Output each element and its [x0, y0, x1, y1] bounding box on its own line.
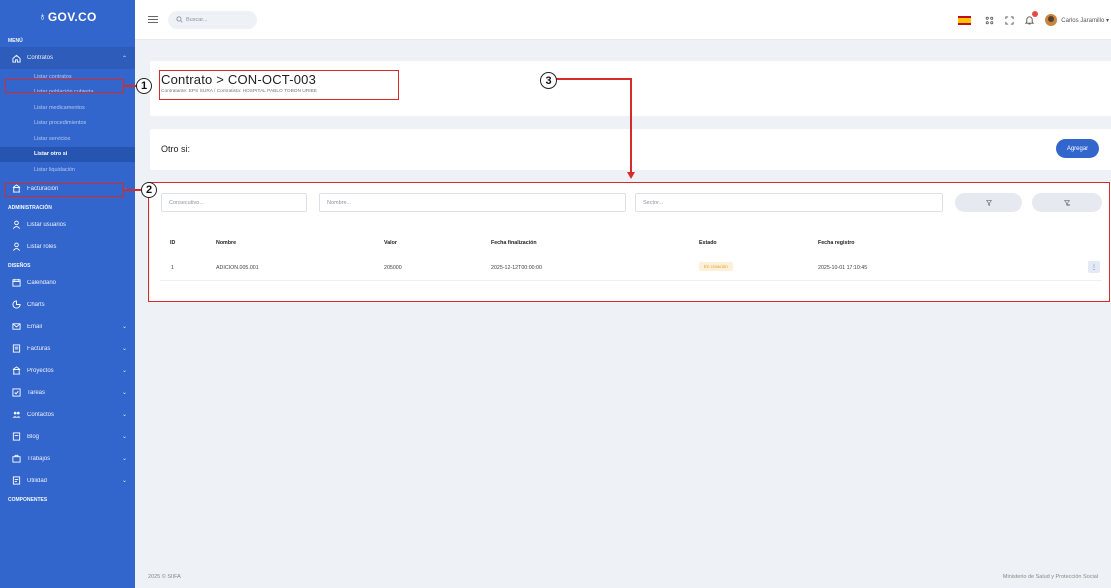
annotation-box-table [148, 182, 1110, 302]
annotation-arrow-2 [124, 189, 141, 191]
briefcase-icon [11, 454, 21, 464]
annotation-marker-1: 1 [136, 78, 152, 94]
sidebar-item-label: Proyectos [27, 367, 54, 374]
sidebar-item-label: Contactos [27, 411, 55, 418]
sidebar-subitem-liquidacion[interactable]: Listar liquidación [0, 162, 135, 178]
calendar-icon [11, 278, 21, 288]
chevron-down-icon: ⌄ [121, 456, 127, 462]
section-title: Otro si: [161, 144, 191, 154]
user-menu[interactable]: Carlos Jaramillo ▾ [1061, 17, 1109, 24]
annotation-connector-3 [556, 78, 631, 80]
annotation-box-2 [5, 183, 124, 197]
apps-grid-icon[interactable] [985, 16, 994, 25]
sidebar-item-contactos[interactable]: Contactos ⌄ [0, 404, 135, 426]
chart-icon [11, 300, 21, 310]
sidebar-subitem-otro-si[interactable]: Listar otro si [0, 146, 135, 162]
blog-icon [11, 432, 21, 442]
sidebar-item-label: Listar usuarios [27, 221, 67, 228]
sidebar-item-usuarios[interactable]: Listar usuarios [0, 214, 135, 236]
sidebar-item-utilidad[interactable]: Utilidad ⌄ [0, 470, 135, 492]
sidebar-item-label: Tareas [27, 389, 46, 396]
sidebar-item-email[interactable]: Email ⌄ [0, 316, 135, 338]
annotation-box-1 [5, 79, 124, 93]
topbar: Buscar... Carlos Jaramillo ▾ [135, 0, 1111, 40]
notification-badge [1032, 11, 1039, 17]
contacts-icon [11, 410, 21, 420]
section-title-disenos: DISEÑOS [8, 262, 31, 269]
sidebar-item-label: Calendario [27, 279, 57, 286]
invoice-icon [11, 344, 21, 354]
annotation-marker-3: 3 [540, 72, 557, 89]
sidebar-item-proyectos[interactable]: Proyectos ⌄ [0, 360, 135, 382]
annotation-marker-2: 2 [141, 182, 157, 198]
sidebar-item-blog[interactable]: Blog ⌄ [0, 426, 135, 448]
add-button[interactable]: Agregar [1056, 139, 1099, 158]
sidebar-item-label: Utilidad [27, 477, 48, 484]
chevron-up-icon: ⌃ [121, 55, 127, 62]
sidebar-item-label: Charts [27, 301, 45, 308]
sidebar-item-roles[interactable]: Listar roles [0, 236, 135, 258]
search-placeholder: Buscar... [186, 16, 208, 23]
logo-text: GOV.CO [47, 9, 97, 24]
footer: 2025 © SIIFA Ministerio de Salud y Prote… [135, 565, 1111, 588]
sidebar-subitem-medicamentos[interactable]: Listar medicamentos [0, 100, 135, 116]
sidebar-item-calendario[interactable]: Calendario [0, 272, 135, 294]
sidebar-item-label: Listar roles [27, 243, 57, 250]
sidebar-subitem-procedimientos[interactable]: Listar procedimientos [0, 116, 135, 132]
home-icon [11, 53, 21, 63]
ministry-text: Ministerio de Salud y Protección Social [1002, 573, 1098, 580]
sidebar-item-tareas[interactable]: Tareas ⌄ [0, 382, 135, 404]
user-icon [11, 220, 21, 230]
sidebar-item-label: Email [27, 323, 43, 330]
user-icon [11, 242, 21, 252]
sidebar-item-label: Trabajos [27, 455, 51, 462]
avatar[interactable] [1045, 14, 1058, 26]
task-icon [11, 388, 21, 398]
sidebar-item-label: Contratos [27, 55, 54, 61]
section-title-administracion: ADMINISTRACIÓN [8, 204, 52, 211]
chevron-down-icon: ⌄ [121, 346, 127, 352]
utility-icon [11, 476, 21, 486]
chevron-down-icon: ⌄ [121, 478, 127, 484]
search-icon [176, 16, 183, 23]
sidebar-subitem-servicios[interactable]: Listar servicios [0, 131, 135, 147]
copyright-text: 2025 © SIIFA [148, 573, 181, 580]
chevron-down-icon: ⌄ [121, 434, 127, 440]
search-input[interactable]: Buscar... [168, 10, 257, 29]
sidebar-item-facturas[interactable]: Facturas ⌄ [0, 338, 135, 360]
sidebar-item-label: Blog [27, 433, 40, 440]
chevron-down-icon: ⌄ [121, 368, 127, 374]
mail-icon [11, 322, 21, 332]
chevron-down-icon: ⌄ [121, 324, 127, 330]
gov-co-logo[interactable]: ♁ GOV.CO [0, 0, 135, 33]
fullscreen-icon[interactable] [1005, 15, 1014, 25]
chevron-down-icon: ⌄ [121, 390, 127, 396]
section-title-componentes: COMPONENTES [8, 496, 48, 503]
section-title-menu: MENÚ [8, 38, 23, 44]
annotation-box-3 [159, 70, 399, 100]
building-icon [11, 366, 21, 376]
gov-co-seal-icon: ♁ [38, 10, 47, 23]
chevron-down-icon: ⌄ [121, 412, 127, 418]
spain-flag-icon[interactable] [958, 15, 972, 25]
notifications-bell-icon[interactable] [1025, 11, 1039, 25]
sidebar-item-trabajos[interactable]: Trabajos ⌄ [0, 448, 135, 470]
sidebar-item-label: Facturas [27, 345, 51, 352]
sidebar-item-contratos[interactable]: Contratos ⌃ [0, 47, 135, 69]
topbar-actions: Carlos Jaramillo ▾ [958, 0, 1111, 40]
annotation-connector-3-down [630, 78, 632, 175]
menu-toggle-icon[interactable] [148, 15, 158, 24]
annotation-arrowhead-3 [627, 172, 635, 179]
sidebar-item-charts[interactable]: Charts [0, 294, 135, 316]
